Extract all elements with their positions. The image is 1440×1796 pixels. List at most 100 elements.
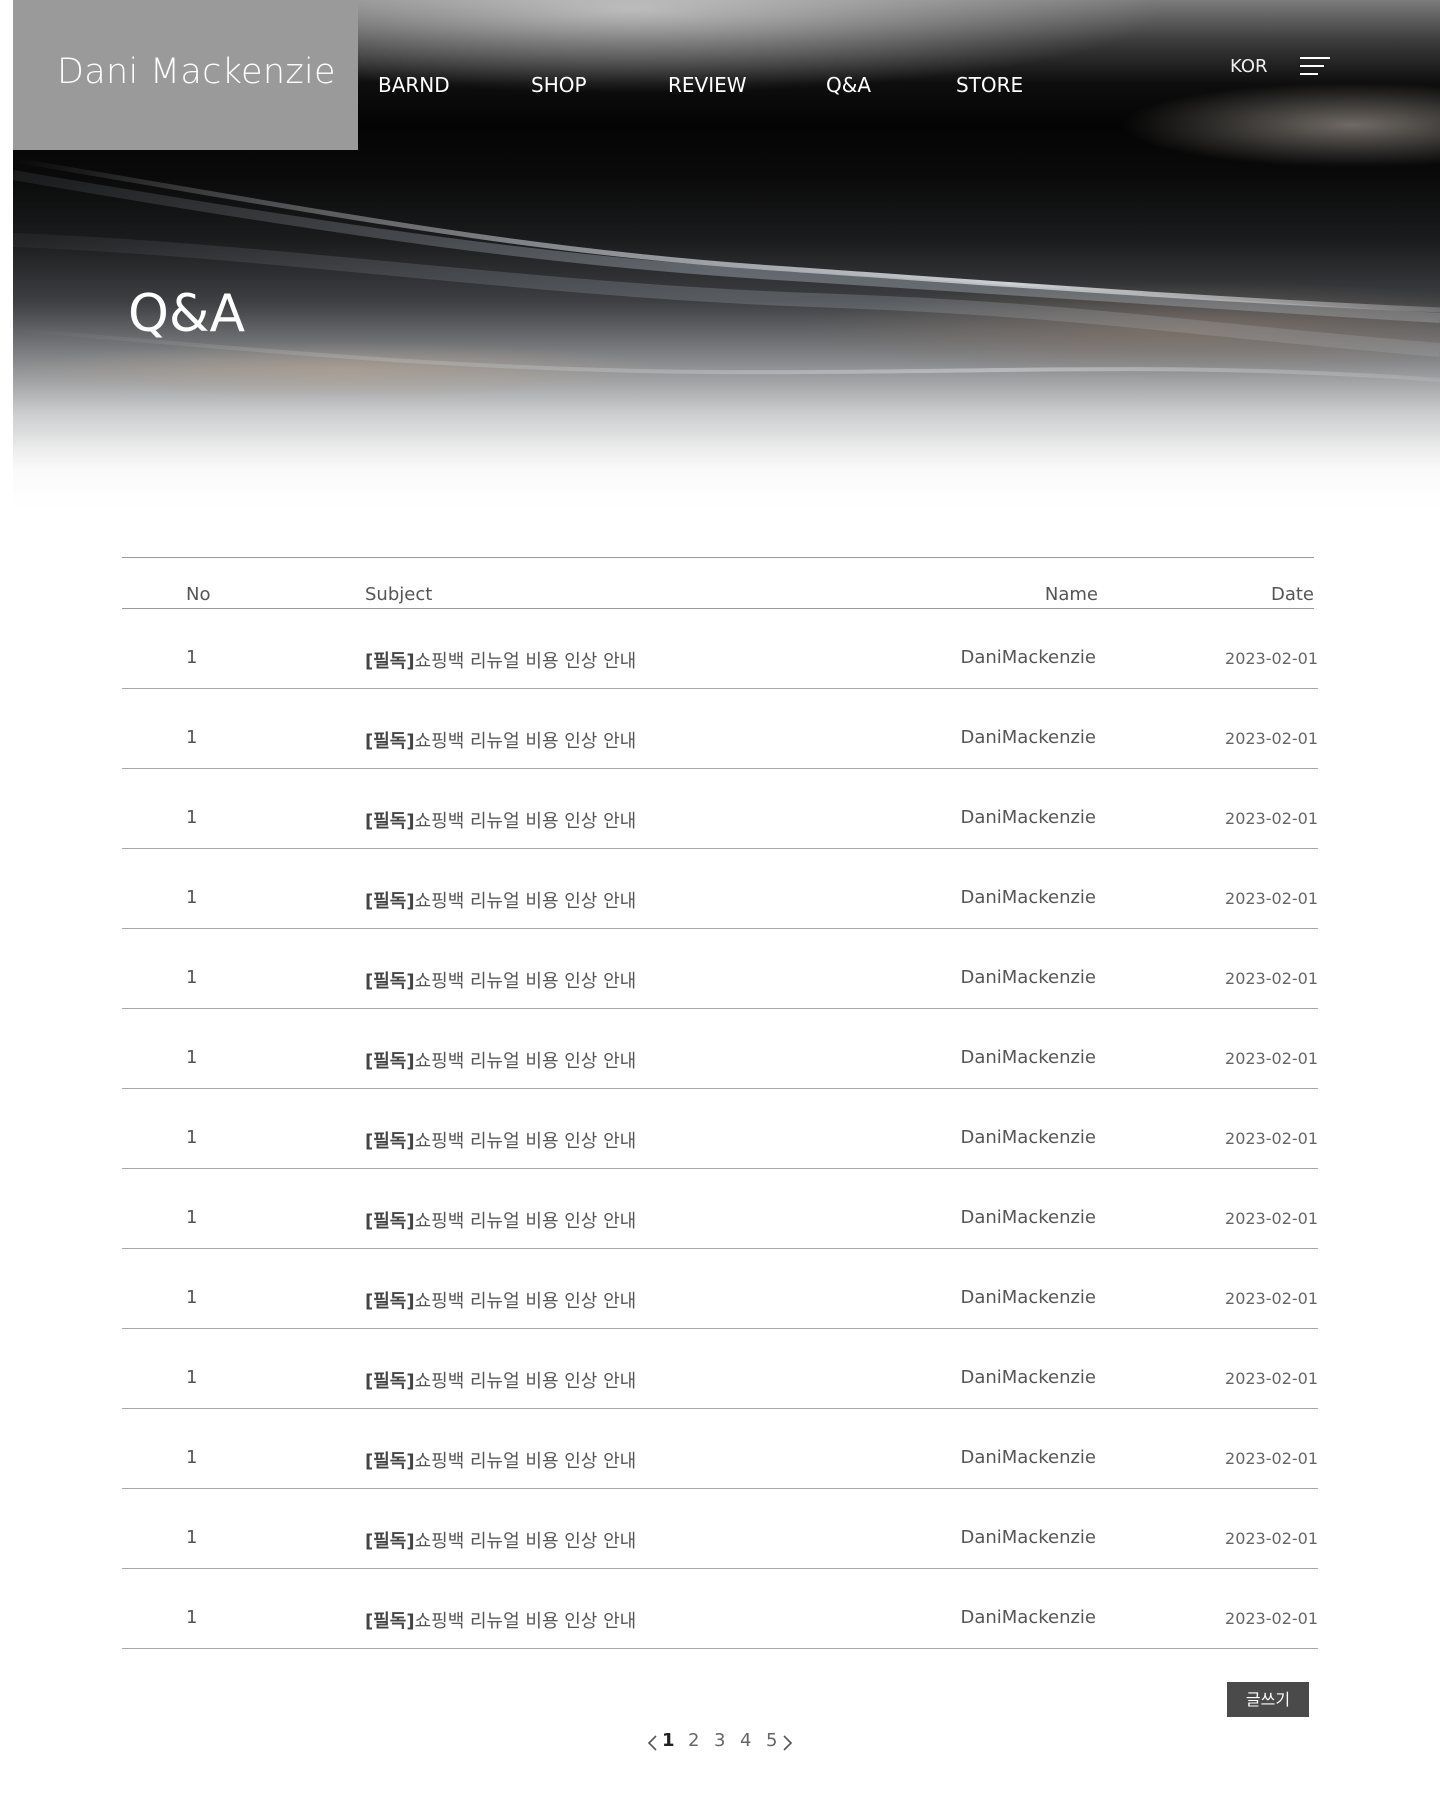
table-row[interactable]: 1 [필독]쇼핑백 리뉴얼 비용 인상 안내 DaniMackenzie 2023-0… bbox=[122, 1169, 1318, 1249]
language-selector[interactable]: KOR bbox=[1230, 56, 1268, 77]
pagination: 1 2 3 4 5 bbox=[646, 1730, 796, 1756]
row-subject-tag: [필독] bbox=[365, 1131, 415, 1152]
row-subject-link[interactable]: [필독]쇼핑백 리뉴얼 비용 인상 안내 bbox=[365, 1367, 636, 1393]
row-date: 2023-02-01 bbox=[1225, 729, 1318, 748]
row-subject-link[interactable]: [필독]쇼핑백 리뉴얼 비용 인상 안내 bbox=[365, 1447, 636, 1473]
row-number: 1 bbox=[186, 1447, 198, 1468]
row-author: DaniMackenzie bbox=[960, 727, 1096, 748]
row-subject-text: 쇼핑백 리뉴얼 비용 인상 안내 bbox=[414, 651, 637, 672]
row-subject-link[interactable]: [필독]쇼핑백 리뉴얼 비용 인상 안내 bbox=[365, 1127, 636, 1153]
table-row[interactable]: 1 [필독]쇼핑백 리뉴얼 비용 인상 안내 DaniMackenzie 2023-0… bbox=[122, 689, 1318, 769]
row-subject-text: 쇼핑백 리뉴얼 비용 인상 안내 bbox=[414, 971, 637, 992]
write-post-button[interactable]: 글쓰기 bbox=[1227, 1682, 1309, 1717]
page-link-5[interactable]: 5 bbox=[766, 1730, 777, 1751]
row-subject-tag: [필독] bbox=[365, 1451, 415, 1472]
row-number: 1 bbox=[186, 1127, 198, 1148]
row-date: 2023-02-01 bbox=[1225, 1529, 1318, 1548]
row-subject-text: 쇼핑백 리뉴얼 비용 인상 안내 bbox=[414, 1131, 637, 1152]
hamburger-menu-icon[interactable] bbox=[1300, 56, 1332, 78]
row-subject-link[interactable]: [필독]쇼핑백 리뉴얼 비용 인상 안내 bbox=[365, 807, 636, 833]
row-number: 1 bbox=[186, 1527, 198, 1548]
nav-item-brand[interactable]: BARND bbox=[378, 73, 450, 97]
row-subject-tag: [필독] bbox=[365, 1051, 415, 1072]
table-row[interactable]: 1 [필독]쇼핑백 리뉴얼 비용 인상 안내 DaniMackenzie 2023-0… bbox=[122, 1569, 1318, 1649]
row-subject-tag: [필독] bbox=[365, 1291, 415, 1312]
row-date: 2023-02-01 bbox=[1225, 1129, 1318, 1148]
row-number: 1 bbox=[186, 807, 198, 828]
row-date: 2023-02-01 bbox=[1225, 1049, 1318, 1068]
page-link-2[interactable]: 2 bbox=[688, 1730, 699, 1751]
row-author: DaniMackenzie bbox=[960, 647, 1096, 668]
row-number: 1 bbox=[186, 1607, 198, 1628]
row-subject-link[interactable]: [필독]쇼핑백 리뉴얼 비용 인상 안내 bbox=[365, 1287, 636, 1313]
row-subject-link[interactable]: [필독]쇼핑백 리뉴얼 비용 인상 안내 bbox=[365, 647, 636, 673]
row-subject-link[interactable]: [필독]쇼핑백 리뉴얼 비용 인상 안내 bbox=[365, 1527, 636, 1553]
table-row[interactable]: 1 [필독]쇼핑백 리뉴얼 비용 인상 안내 DaniMackenzie 2023-0… bbox=[122, 1409, 1318, 1489]
row-subject-link[interactable]: [필독]쇼핑백 리뉴얼 비용 인상 안내 bbox=[365, 1047, 636, 1073]
table-row[interactable]: 1 [필독]쇼핑백 리뉴얼 비용 인상 안내 DaniMackenzie 2023-0… bbox=[122, 1249, 1318, 1329]
row-date: 2023-02-01 bbox=[1225, 889, 1318, 908]
brand-logo-box[interactable]: Dani Mackenzie bbox=[13, 0, 358, 150]
row-subject-tag: [필독] bbox=[365, 971, 415, 992]
row-subject-link[interactable]: [필독]쇼핑백 리뉴얼 비용 인상 안내 bbox=[365, 1607, 636, 1633]
page-link-4[interactable]: 4 bbox=[740, 1730, 751, 1751]
row-subject-tag: [필독] bbox=[365, 1211, 415, 1232]
brand-name[interactable]: Dani Mackenzie bbox=[57, 52, 336, 92]
chevron-left-icon[interactable] bbox=[646, 1734, 658, 1752]
row-number: 1 bbox=[186, 1047, 198, 1068]
table-row[interactable]: 1 [필독]쇼핑백 리뉴얼 비용 인상 안내 DaniMackenzie 2023-0… bbox=[122, 929, 1318, 1009]
row-subject-link[interactable]: [필독]쇼핑백 리뉴얼 비용 인상 안내 bbox=[365, 1207, 636, 1233]
row-subject-text: 쇼핑백 리뉴얼 비용 인상 안내 bbox=[414, 1451, 637, 1472]
chevron-right-icon[interactable] bbox=[782, 1734, 794, 1752]
row-subject-tag: [필독] bbox=[365, 811, 415, 832]
row-author: DaniMackenzie bbox=[960, 1207, 1096, 1228]
row-author: DaniMackenzie bbox=[960, 1367, 1096, 1388]
row-subject-text: 쇼핑백 리뉴얼 비용 인상 안내 bbox=[414, 811, 637, 832]
row-author: DaniMackenzie bbox=[960, 807, 1096, 828]
row-number: 1 bbox=[186, 887, 198, 908]
table-body: 1 [필독]쇼핑백 리뉴얼 비용 인상 안내 DaniMackenzie 2023-0… bbox=[122, 609, 1318, 1649]
row-subject-link[interactable]: [필독]쇼핑백 리뉴얼 비용 인상 안내 bbox=[365, 967, 636, 993]
row-subject-text: 쇼핑백 리뉴얼 비용 인상 안내 bbox=[414, 731, 637, 752]
row-date: 2023-02-01 bbox=[1225, 1289, 1318, 1308]
row-subject-text: 쇼핑백 리뉴얼 비용 인상 안내 bbox=[414, 1051, 637, 1072]
row-author: DaniMackenzie bbox=[960, 1527, 1096, 1548]
table-row[interactable]: 1 [필독]쇼핑백 리뉴얼 비용 인상 안내 DaniMackenzie 2023-0… bbox=[122, 1009, 1318, 1089]
row-author: DaniMackenzie bbox=[960, 967, 1096, 988]
row-subject-text: 쇼핑백 리뉴얼 비용 인상 안내 bbox=[414, 1291, 637, 1312]
row-subject-text: 쇼핑백 리뉴얼 비용 인상 안내 bbox=[414, 891, 637, 912]
nav-item-store[interactable]: STORE bbox=[956, 73, 1023, 97]
row-date: 2023-02-01 bbox=[1225, 1369, 1318, 1388]
column-header-subject: Subject bbox=[365, 584, 433, 605]
row-author: DaniMackenzie bbox=[960, 1447, 1096, 1468]
row-number: 1 bbox=[186, 1367, 198, 1388]
row-subject-text: 쇼핑백 리뉴얼 비용 인상 안내 bbox=[414, 1531, 637, 1552]
page-link-1[interactable]: 1 bbox=[662, 1730, 675, 1751]
column-header-date: Date bbox=[1270, 584, 1314, 605]
table-row[interactable]: 1 [필독]쇼핑백 리뉴얼 비용 인상 안내 DaniMackenzie 2023-0… bbox=[122, 769, 1318, 849]
column-header-name: Name bbox=[1044, 584, 1098, 605]
row-number: 1 bbox=[186, 967, 198, 988]
nav-item-shop[interactable]: SHOP bbox=[531, 73, 587, 97]
page-link-3[interactable]: 3 bbox=[714, 1730, 725, 1751]
row-author: DaniMackenzie bbox=[960, 887, 1096, 908]
table-row[interactable]: 1 [필독]쇼핑백 리뉴얼 비용 인상 안내 DaniMackenzie 2023-0… bbox=[122, 1329, 1318, 1409]
nav-item-qna[interactable]: Q&A bbox=[826, 73, 871, 97]
row-date: 2023-02-01 bbox=[1225, 809, 1318, 828]
row-subject-link[interactable]: [필독]쇼핑백 리뉴얼 비용 인상 안내 bbox=[365, 887, 636, 913]
table-row[interactable]: 1 [필독]쇼핑백 리뉴얼 비용 인상 안내 DaniMackenzie 2023-0… bbox=[122, 1489, 1318, 1569]
row-author: DaniMackenzie bbox=[960, 1287, 1096, 1308]
row-date: 2023-02-01 bbox=[1225, 1609, 1318, 1628]
nav-item-review[interactable]: REVIEW bbox=[668, 73, 747, 97]
row-subject-link[interactable]: [필독]쇼핑백 리뉴얼 비용 인상 안내 bbox=[365, 727, 636, 753]
row-number: 1 bbox=[186, 727, 198, 748]
row-date: 2023-02-01 bbox=[1225, 649, 1318, 668]
table-row[interactable]: 1 [필독]쇼핑백 리뉴얼 비용 인상 안내 DaniMackenzie 2023-0… bbox=[122, 849, 1318, 929]
row-number: 1 bbox=[186, 647, 198, 668]
row-date: 2023-02-01 bbox=[1225, 1209, 1318, 1228]
table-row[interactable]: 1 [필독]쇼핑백 리뉴얼 비용 인상 안내 DaniMackenzie 2023-0… bbox=[122, 1089, 1318, 1169]
row-subject-tag: [필독] bbox=[365, 651, 415, 672]
table-row[interactable]: 1 [필독]쇼핑백 리뉴얼 비용 인상 안내 DaniMackenzie 2023-0… bbox=[122, 609, 1318, 689]
row-subject-tag: [필독] bbox=[365, 1531, 415, 1552]
row-subject-text: 쇼핑백 리뉴얼 비용 인상 안내 bbox=[414, 1211, 637, 1232]
